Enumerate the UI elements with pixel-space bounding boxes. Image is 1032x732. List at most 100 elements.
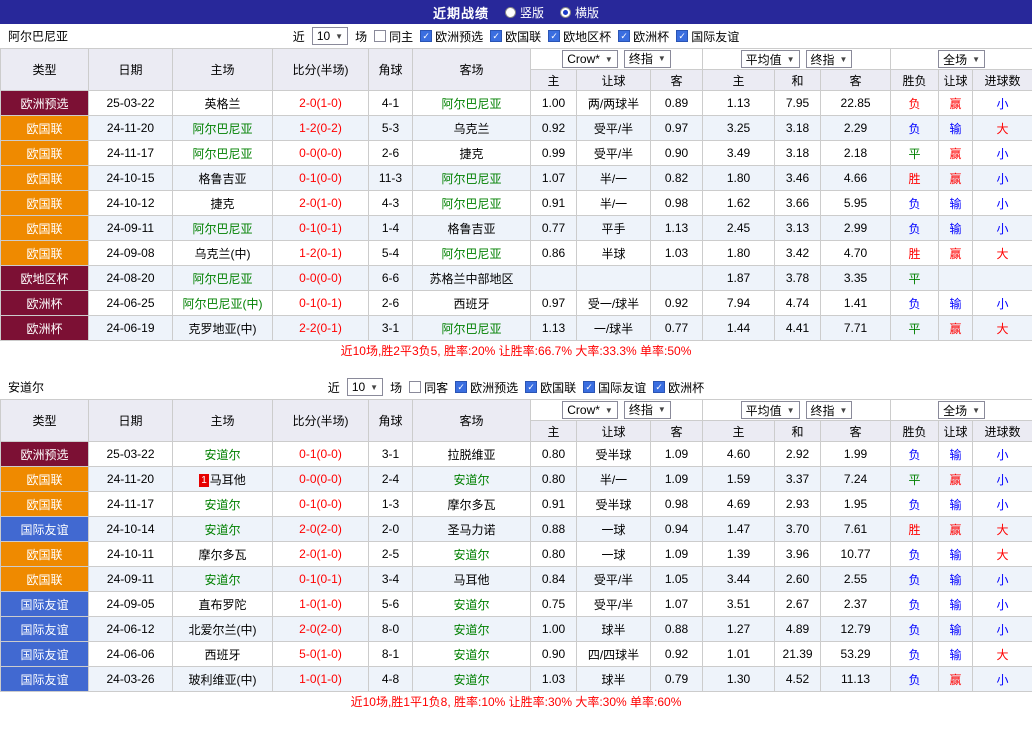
result-cell: 输 [939, 291, 973, 316]
checkbox-icon[interactable] [409, 381, 421, 393]
filter-competition[interactable]: ✓欧洲杯 [618, 28, 669, 45]
match-row: 欧国联24-11-20阿尔巴尼亚1-2(0-2)5-3乌克兰0.92受平/半0.… [1, 116, 1032, 141]
filter-competition[interactable]: ✓欧国联 [525, 379, 576, 396]
score-halftime: 2-0(2-0) [273, 517, 369, 542]
sub-column-header: 让球 [577, 421, 651, 442]
euro-odds-cell: 3.18 [775, 141, 821, 166]
asia-odds-cell: 1.00 [531, 617, 577, 642]
euro-odds-cell: 7.61 [821, 517, 891, 542]
radio-label-horizontal[interactable]: 横版 [575, 4, 599, 21]
asia-odds-cell: 一/球半 [577, 316, 651, 341]
euro-odds-select-group: 平均值▼ 终指▼ [703, 49, 891, 70]
score-halftime: 0-1(0-1) [273, 216, 369, 241]
filter-competition[interactable]: ✓欧洲预选 [420, 28, 483, 45]
competition-badge: 欧国联 [1, 191, 89, 216]
asia-odds-select-group: Crow*▼ 终指▼ [531, 400, 703, 421]
checkbox-icon[interactable] [374, 30, 386, 42]
euro-final-odds-select[interactable]: 终指▼ [806, 401, 853, 419]
radio-unselected-icon[interactable] [505, 7, 516, 18]
asia-odds-cell: 1.13 [531, 316, 577, 341]
checkbox-label: 欧地区杯 [563, 28, 611, 45]
match-row: 欧洲预选25-03-22安道尔0-1(0-0)3-1拉脱维亚0.80受半球1.0… [1, 442, 1032, 467]
away-team: 拉脱维亚 [413, 442, 531, 467]
result-cell: 大 [973, 316, 1032, 341]
home-team: 直布罗陀 [173, 592, 273, 617]
away-team: 西班牙 [413, 291, 531, 316]
asia-odds-cell: 0.88 [651, 617, 703, 642]
team-text: 英格兰 [204, 97, 240, 111]
match-row: 欧国联24-10-11摩尔多瓦2-0(1-0)2-5安道尔0.80一球1.091… [1, 542, 1032, 567]
asia-final-odds-select[interactable]: 终指▼ [624, 401, 671, 419]
checkbox-icon[interactable]: ✓ [653, 381, 665, 393]
checkbox-icon[interactable]: ✓ [420, 30, 432, 42]
asia-odds-cell: 0.92 [651, 291, 703, 316]
filter-same-venue[interactable]: 同客 [409, 379, 448, 396]
euro-odds-cell: 1.59 [703, 467, 775, 492]
euro-odds-cell: 7.95 [775, 91, 821, 116]
filter-competition[interactable]: ✓欧洲杯 [653, 379, 704, 396]
chevron-down-icon: ▼ [605, 55, 613, 64]
checkbox-icon[interactable]: ✓ [618, 30, 630, 42]
home-team: 阿尔巴尼亚 [173, 266, 273, 291]
checkbox-icon[interactable]: ✓ [676, 30, 688, 42]
checkbox-label: 同客 [424, 379, 448, 396]
asia-odds-cell: 平手 [577, 216, 651, 241]
euro-odds-cell: 1.62 [703, 191, 775, 216]
bookmaker-select[interactable]: Crow*▼ [562, 50, 618, 68]
filter-competition[interactable]: ✓欧地区杯 [548, 28, 611, 45]
away-team: 阿尔巴尼亚 [413, 316, 531, 341]
team-text: 阿尔巴尼亚(中) [183, 297, 263, 311]
checkbox-icon[interactable]: ✓ [583, 381, 595, 393]
filter-competition[interactable]: ✓国际友谊 [583, 379, 646, 396]
select-value: 全场 [943, 51, 967, 68]
checkbox-icon[interactable]: ✓ [490, 30, 502, 42]
competition-badge: 欧国联 [1, 141, 89, 166]
team-text: 苏格兰中部地区 [429, 272, 513, 286]
full-match-select[interactable]: 全场▼ [938, 50, 985, 68]
score-halftime: 0-0(0-0) [273, 141, 369, 166]
asia-odds-cell: 0.77 [531, 216, 577, 241]
bookmaker-select[interactable]: Crow*▼ [562, 401, 618, 419]
asia-odds-cell: 0.91 [531, 191, 577, 216]
result-cell: 负 [891, 642, 939, 667]
layout-option-vertical[interactable]: 竖版 [505, 4, 544, 21]
filter-competition[interactable]: ✓欧国联 [490, 28, 541, 45]
layout-option-horizontal[interactable]: 横版 [560, 4, 599, 21]
checkbox-icon[interactable]: ✓ [548, 30, 560, 42]
filter-competition[interactable]: ✓欧洲预选 [455, 379, 518, 396]
score-halftime: 0-1(0-1) [273, 291, 369, 316]
select-value: 10 [317, 29, 330, 43]
asia-odds-cell: 半/一 [577, 467, 651, 492]
column-header: 角球 [369, 49, 413, 91]
checkbox-icon[interactable]: ✓ [525, 381, 537, 393]
euro-odds-cell: 1.99 [821, 442, 891, 467]
match-row: 国际友谊24-06-06西班牙5-0(1-0)8-1安道尔0.90四/四球半0.… [1, 642, 1032, 667]
home-team: 阿尔巴尼亚(中) [173, 291, 273, 316]
team-text: 阿尔巴尼亚 [192, 147, 252, 161]
euro-odds-cell: 2.93 [775, 492, 821, 517]
checkbox-icon[interactable]: ✓ [455, 381, 467, 393]
filter-same-venue[interactable]: 同主 [374, 28, 413, 45]
team-text: 阿尔巴尼亚 [441, 197, 501, 211]
match-count-select[interactable]: 10▼ [347, 378, 383, 396]
match-date: 25-03-22 [89, 91, 173, 116]
checkbox-label: 欧洲预选 [435, 28, 483, 45]
asia-final-odds-select[interactable]: 终指▼ [624, 50, 671, 68]
euro-average-select[interactable]: 平均值▼ [741, 401, 800, 419]
full-match-select[interactable]: 全场▼ [938, 401, 985, 419]
filter-competition[interactable]: ✓国际友谊 [676, 28, 739, 45]
match-date: 24-09-11 [89, 567, 173, 592]
radio-selected-icon[interactable] [560, 7, 571, 18]
score-halftime: 0-1(0-0) [273, 442, 369, 467]
result-cell: 输 [939, 592, 973, 617]
team-text: 乌克兰(中) [195, 247, 251, 261]
euro-final-odds-select[interactable]: 终指▼ [806, 50, 853, 68]
match-date: 24-10-11 [89, 542, 173, 567]
euro-odds-cell: 2.29 [821, 116, 891, 141]
radio-label-vertical[interactable]: 竖版 [520, 4, 544, 21]
away-team: 阿尔巴尼亚 [413, 166, 531, 191]
score-halftime: 1-0(1-0) [273, 667, 369, 692]
euro-odds-cell: 2.99 [821, 216, 891, 241]
euro-average-select[interactable]: 平均值▼ [741, 50, 800, 68]
match-count-select[interactable]: 10▼ [312, 27, 348, 45]
